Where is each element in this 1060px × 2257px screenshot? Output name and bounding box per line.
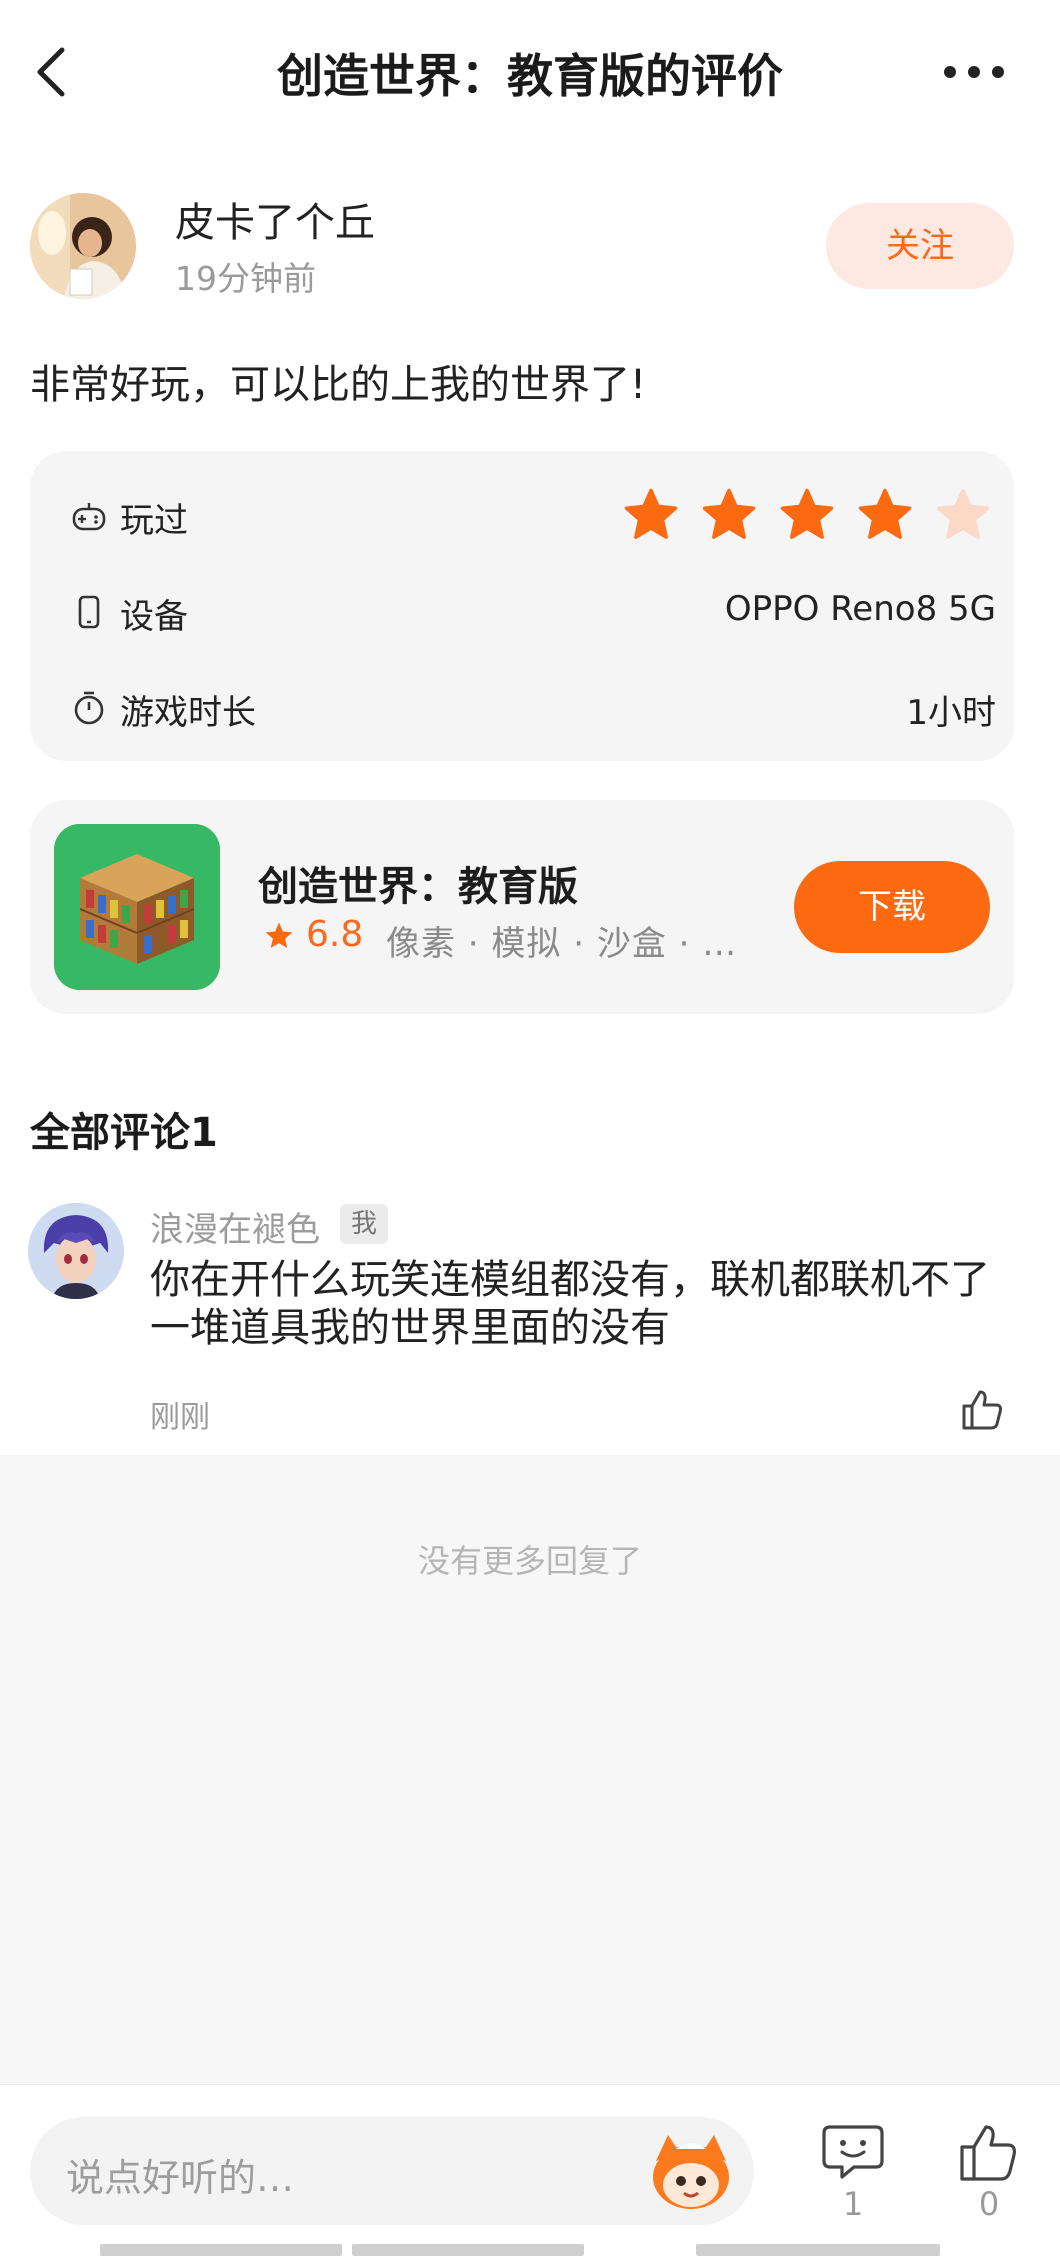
page-title: 创造世界：教育版的评价 xyxy=(277,49,783,103)
played-label: 玩过 xyxy=(120,501,188,541)
rating-star-icon xyxy=(265,922,293,948)
rating-star-icon xyxy=(858,488,912,539)
author-name[interactable]: 皮卡了个丘 xyxy=(175,190,375,248)
stopwatch-icon xyxy=(74,691,104,725)
game-tags: 像素 · 模拟 · 沙盒 · … xyxy=(386,924,738,964)
device-label: 设备 xyxy=(120,597,188,637)
like-icon[interactable] xyxy=(956,2121,1022,2185)
comment-count: 1 xyxy=(842,2185,864,2223)
rating-star-icon xyxy=(936,488,990,539)
game-rating: 6.8 xyxy=(306,914,364,955)
bottom-bar: 说点好听的… 1 0 xyxy=(0,2084,1060,2257)
game-meta: 6.8 像素 · 模拟 · 沙盒 · … xyxy=(262,912,802,964)
rating-star-icon xyxy=(702,488,756,539)
game-name[interactable]: 创造世界：教育版 xyxy=(258,854,578,912)
played-row: 玩过 xyxy=(72,485,1002,545)
device-value: OPPO Reno8 5G xyxy=(724,589,996,629)
comment-input[interactable]: 说点好听的… xyxy=(30,2117,754,2225)
device-row: 设备 OPPO Reno8 5G xyxy=(72,581,1002,641)
game-card[interactable]: 创造世界：教育版 6.8 像素 · 模拟 · 沙盒 · … 下载 xyxy=(30,800,1014,1014)
comment-bubble-icon[interactable] xyxy=(820,2121,886,2185)
commenter-avatar[interactable] xyxy=(28,1203,124,1299)
phone-icon xyxy=(78,595,100,629)
rating-star-icon xyxy=(624,488,678,539)
post-time: 19分钟前 xyxy=(175,259,316,298)
review-text: 非常好玩，可以比的上我的世界了! xyxy=(30,362,647,408)
author-avatar[interactable] xyxy=(30,193,136,299)
comment-input-placeholder: 说点好听的… xyxy=(66,2156,295,2200)
review-info-card: 玩过 设备 OPPO Reno8 5G 游戏时长 1小时 xyxy=(30,451,1014,761)
no-more-replies: 没有更多回复了 xyxy=(417,1542,642,1580)
gamepad-icon xyxy=(72,503,106,531)
commenter-name[interactable]: 浪漫在褪色 xyxy=(150,1202,320,1251)
comment-text: 你在开什么玩笑连模组都没有，联机都联机不了一堆道具我的世界里面的没有 xyxy=(150,1257,990,1351)
gesture-bar xyxy=(100,2244,940,2256)
rating-stars xyxy=(622,485,1002,545)
follow-button[interactable]: 关注 xyxy=(826,203,1014,289)
download-button[interactable]: 下载 xyxy=(794,861,990,953)
comment-time: 刚刚 xyxy=(150,1400,210,1435)
mascot-emoji-icon[interactable] xyxy=(646,2131,736,2213)
comment-like-icon[interactable] xyxy=(958,1386,1006,1434)
comments-heading: 全部评论1 xyxy=(30,1110,218,1156)
playtime-row: 游戏时长 1小时 xyxy=(72,677,1002,737)
playtime-label: 游戏时长 xyxy=(120,693,256,733)
me-badge: 我 xyxy=(340,1204,388,1244)
top-bar: 创造世界：教育版的评价 xyxy=(0,0,1060,150)
rating-star-icon xyxy=(780,488,834,539)
like-count: 0 xyxy=(978,2185,1000,2223)
game-app-icon[interactable] xyxy=(54,824,220,990)
playtime-value: 1小时 xyxy=(906,693,996,733)
more-options-icon[interactable] xyxy=(940,56,1010,86)
